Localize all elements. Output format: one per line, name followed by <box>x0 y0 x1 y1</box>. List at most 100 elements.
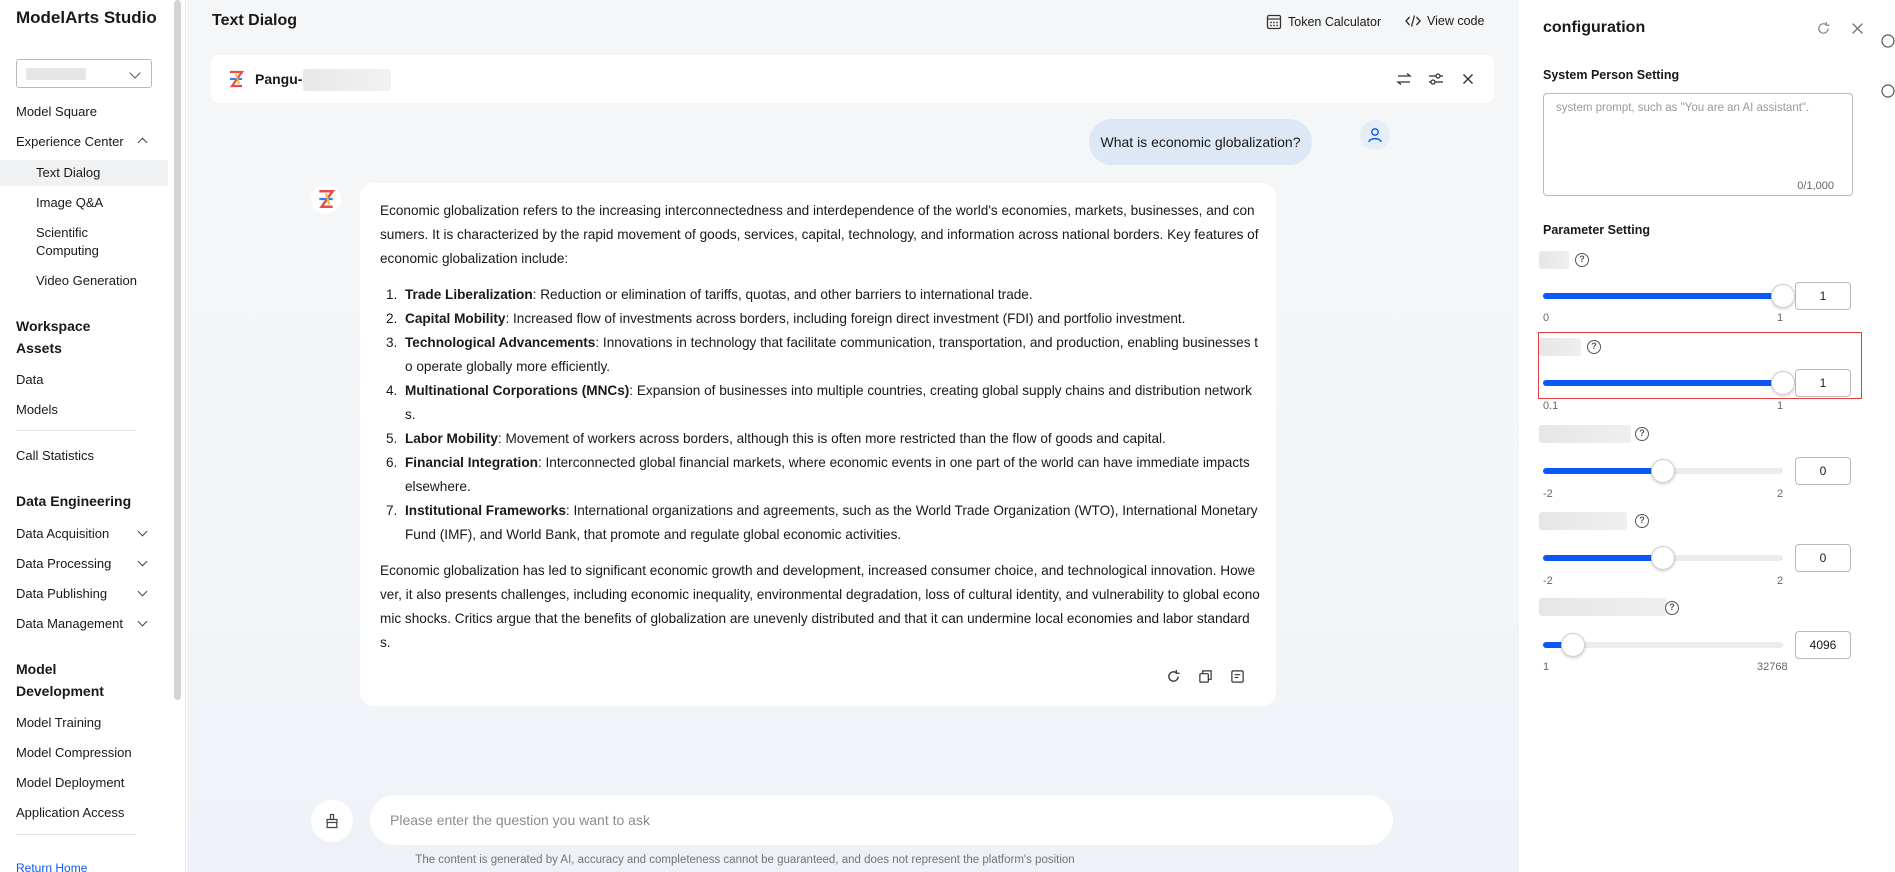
list-item-text: : Reduction or elimination of tariffs, q… <box>532 287 1033 302</box>
view-code-button[interactable]: View code <box>1405 14 1484 28</box>
system-prompt-box: 0/1,000 <box>1543 93 1853 196</box>
regenerate-icon[interactable] <box>1164 667 1182 685</box>
brand-title: ModelArts Studio <box>16 8 157 27</box>
help-icon[interactable]: ? <box>1665 601 1679 615</box>
slider-max: 1 <box>1777 312 1784 324</box>
help-icon[interactable] <box>1881 34 1895 48</box>
config-title: configuration <box>1543 19 1646 36</box>
sidebar-item-model-training[interactable]: Model Training <box>16 715 166 730</box>
sidebar-item-application-access[interactable]: Application Access <box>16 805 166 820</box>
sidebar-item-model-square[interactable]: Model Square <box>16 104 166 119</box>
answer-list: 1. Trade Liberalization: Reduction or eli… <box>380 283 1260 547</box>
list-item: 2. Capital Mobility: Increased flow of in… <box>380 307 1260 331</box>
user-icon <box>1368 128 1382 143</box>
sidebar-item-data-acquisition[interactable]: Data Acquisition <box>16 526 166 541</box>
sidebar-item-label: Data Publishing <box>16 586 108 601</box>
list-item: 7. Institutional Frameworks: Internationa… <box>380 499 1260 547</box>
question-input-wrapper <box>370 795 1393 845</box>
slider[interactable] <box>1543 459 1783 483</box>
chevron-down-icon <box>137 586 148 597</box>
question-input[interactable] <box>390 808 1350 832</box>
help-icon[interactable]: ? <box>1635 514 1649 528</box>
feedback-icon[interactable] <box>1881 84 1895 98</box>
slider-thumb[interactable] <box>1651 459 1675 483</box>
slider[interactable] <box>1543 633 1783 657</box>
list-item: 3. Technological Advancements: Innovation… <box>380 331 1260 379</box>
right-edge-toolbar <box>1875 0 1895 872</box>
user-message-text: What is economic globalization? <box>1100 134 1301 150</box>
help-icon[interactable]: ? <box>1575 253 1589 267</box>
param-name-redacted <box>1539 598 1667 616</box>
param-value-input[interactable] <box>1795 631 1851 659</box>
sidebar-item-model-deployment[interactable]: Model Deployment <box>16 775 166 790</box>
system-setting-label: System Person Setting <box>1543 68 1680 82</box>
return-home-link[interactable]: Return Home <box>16 861 87 872</box>
sidebar-item-data[interactable]: Data <box>16 372 166 387</box>
answer-actions <box>1164 667 1246 685</box>
slider-thumb[interactable] <box>1651 546 1675 570</box>
workspace-select[interactable] <box>16 59 152 88</box>
help-icon[interactable]: ? <box>1635 427 1649 441</box>
model-bar: Pangu- <box>211 55 1494 103</box>
sidebar-item-video-generation[interactable]: Video Generation <box>36 272 166 290</box>
list-item-title: Labor Mobility <box>405 431 498 446</box>
slider-min: 1 <box>1543 661 1550 673</box>
slider-fill <box>1543 293 1783 299</box>
close-icon[interactable] <box>1457 68 1479 90</box>
slider-min: -2 <box>1543 575 1553 587</box>
slider-thumb[interactable] <box>1771 284 1795 308</box>
list-item: 1. Trade Liberalization: Reduction or eli… <box>380 283 1260 307</box>
slider-max: 32768 <box>1757 661 1788 673</box>
sidebar-item-label: Data Management <box>16 616 123 631</box>
sidebar-item-models[interactable]: Models <box>16 402 166 417</box>
list-number: 6. <box>386 455 398 470</box>
list-number: 1. <box>386 287 398 302</box>
page-title: Text Dialog <box>212 12 298 29</box>
sidebar-item-data-processing[interactable]: Data Processing <box>16 556 166 571</box>
sidebar-scrollbar[interactable] <box>174 0 181 700</box>
code-icon <box>1405 15 1421 27</box>
sidebar-item-data-publishing[interactable]: Data Publishing <box>16 586 166 601</box>
sidebar-item-image-qa[interactable]: Image Q&A <box>36 194 166 212</box>
section-workspace-assets: Workspace Assets <box>16 318 91 356</box>
param-value-input[interactable] <box>1795 282 1851 310</box>
sidebar-item-experience-center[interactable]: Experience Center <box>16 134 166 149</box>
reset-icon[interactable] <box>1813 18 1833 38</box>
feedback-icon[interactable] <box>1228 667 1246 685</box>
list-item-text: : Movement of workers across borders, al… <box>497 431 1166 446</box>
switch-icon[interactable] <box>1393 68 1415 90</box>
sidebar-item-scientific-computing[interactable]: Scientific Computing <box>36 224 106 260</box>
token-calculator-button[interactable]: Token Calculator <box>1266 14 1381 30</box>
workspace-name-redacted <box>26 68 86 80</box>
sidebar-item-data-management[interactable]: Data Management <box>16 616 166 631</box>
sidebar-item-text-dialog[interactable]: Text Dialog <box>36 164 166 182</box>
sidebar: ModelArts Studio Model Square Experience… <box>0 0 186 872</box>
list-item-title: Capital Mobility <box>405 311 506 326</box>
chevron-down-icon <box>129 67 141 79</box>
slider-thumb[interactable] <box>1561 633 1585 657</box>
chevron-down-icon <box>137 616 148 627</box>
section-model-development: Model Development <box>16 661 104 699</box>
sidebar-item-label: Data Acquisition <box>16 526 110 541</box>
clear-chat-button[interactable] <box>311 800 353 842</box>
copy-icon[interactable] <box>1196 667 1214 685</box>
slider-fill <box>1543 555 1663 561</box>
param-value-input[interactable] <box>1795 544 1851 572</box>
list-item-text: : Increased flow of investments across b… <box>505 311 1186 326</box>
close-icon[interactable] <box>1847 18 1867 38</box>
sidebar-item-label: Experience Center <box>16 134 124 149</box>
param-value-input[interactable] <box>1795 457 1851 485</box>
sidebar-item-label: Data Processing <box>16 556 112 571</box>
sidebar-item-call-statistics[interactable]: Call Statistics <box>16 448 166 463</box>
system-prompt-count: 0/1,000 <box>1797 180 1834 192</box>
slider[interactable] <box>1543 284 1795 308</box>
model-name-redacted <box>303 69 391 91</box>
divider <box>16 834 136 835</box>
slider[interactable] <box>1543 546 1783 570</box>
slider-min: 0.1 <box>1543 400 1559 412</box>
view-code-label: View code <box>1427 14 1485 28</box>
assistant-message: Economic globalization refers to the inc… <box>360 183 1276 706</box>
settings-sliders-icon[interactable] <box>1425 68 1447 90</box>
list-item: 6. Financial Integration: Interconnected … <box>380 451 1260 499</box>
sidebar-item-model-compression[interactable]: Model Compression <box>16 745 166 760</box>
